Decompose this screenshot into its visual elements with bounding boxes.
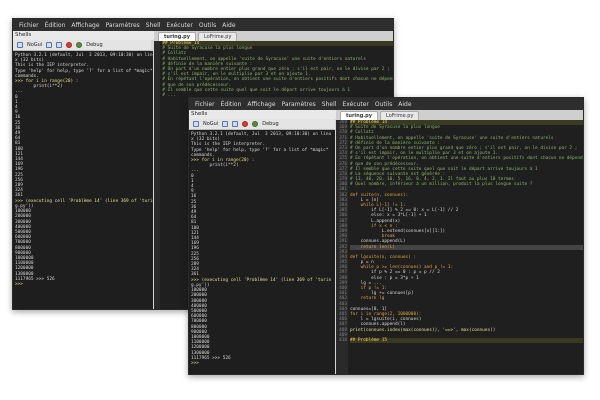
menu-item-0[interactable]: Fichier — [19, 22, 39, 29]
menu-item-2[interactable]: Affichage — [247, 101, 275, 108]
front-gutter: 368 369 370 371 372 373 374 375 376 377 378 379 380 3… — [336, 120, 348, 374]
stop-icon[interactable] — [242, 121, 249, 127]
front-window: Fichier Édition Affichage Paramètres Shell Ex… — [188, 97, 584, 375]
editor-tab[interactable]: turing.py — [158, 32, 197, 41]
front-shell-output[interactable]: Python 3.2.1 (default, Jul 3 2013, 09:10… — [189, 130, 335, 374]
debug-label[interactable]: Debug — [262, 121, 278, 127]
shell-line: >>> (executing cell 'Problème 14' (line … — [15, 198, 153, 204]
shell-line: >>> (executing cell 'Problème 14' (line … — [191, 277, 332, 283]
editor-tab[interactable]: turing.py — [340, 111, 379, 120]
debug-icon[interactable] — [252, 121, 259, 127]
front-toolbar: NoGui Debug — [189, 119, 335, 130]
shell-select-icon[interactable] — [17, 42, 23, 48]
menu-item-2[interactable]: Affichage — [71, 22, 99, 29]
code-line: # Habituellement, on appelle 'suite de S… — [350, 135, 554, 141]
code-line: # Habituellement, on appelle 'suite de S… — [162, 56, 366, 62]
shell-select[interactable]: NoGui — [203, 121, 218, 127]
menu-item-0[interactable]: Fichier — [195, 101, 215, 108]
front-tabbar: turing.py LoFrime.py — [336, 110, 583, 120]
new-shell-icon[interactable] — [222, 121, 229, 127]
debug-icon[interactable] — [76, 42, 83, 48]
front-menubar: Fichier Édition Affichage Paramètres Shell Ex… — [189, 98, 583, 110]
menu-item-5[interactable]: Exécuter — [342, 101, 368, 108]
menu-item-7[interactable]: Aide — [398, 101, 411, 108]
front-code: ## Problème 14 # Suite de Syracuse la plu… — [348, 120, 583, 374]
back-menubar: Fichier Édition Affichage Paramètres Shell Ex… — [13, 19, 393, 31]
debug-label[interactable]: Debug — [86, 42, 102, 48]
back-tabbar: turing.py LoFrime.py — [154, 31, 393, 41]
code-line: ## Problème 15 — [350, 337, 583, 344]
stop-icon[interactable] — [66, 42, 73, 48]
interrupt-icon[interactable] — [232, 121, 239, 127]
back-shell-output[interactable]: Python 3.2.1 (default, Jul 3 2013, 09:10… — [13, 51, 153, 309]
shell-select-icon[interactable] — [193, 121, 199, 127]
front-editor[interactable]: 368 369 370 371 372 373 374 375 376 377 378 379 380 3… — [336, 120, 583, 374]
back-toolbar: NoGui Debug — [13, 40, 151, 51]
menu-item-1[interactable]: Édition — [45, 22, 66, 29]
code-line: # En répétant l'opération, on obtient un… — [350, 156, 583, 162]
code-line: # En répétant l'opération, on obtient un… — [162, 77, 394, 83]
editor-tab[interactable]: LoFrime.py — [198, 32, 238, 41]
menu-item-6[interactable]: Outils — [375, 101, 392, 108]
new-shell-icon[interactable] — [46, 42, 53, 48]
interrupt-icon[interactable] — [56, 42, 63, 48]
menu-item-3[interactable]: Paramètres — [106, 22, 140, 29]
shell-line: >>> — [191, 360, 199, 366]
menu-item-5[interactable]: Exécuter — [166, 22, 192, 29]
menu-item-6[interactable]: Outils — [199, 22, 216, 29]
editor-tab[interactable]: LoFrime.py — [380, 111, 420, 120]
shell-line: >>> — [15, 281, 23, 287]
menu-item-4[interactable]: Shell — [146, 22, 161, 29]
shell-select[interactable]: NoGui — [27, 42, 42, 48]
menu-item-7[interactable]: Aide — [222, 22, 235, 29]
line-number: 410 — [339, 337, 347, 343]
menu-item-3[interactable]: Paramètres — [282, 101, 316, 108]
menu-item-4[interactable]: Shell — [322, 101, 337, 108]
menu-item-1[interactable]: Édition — [221, 101, 242, 108]
